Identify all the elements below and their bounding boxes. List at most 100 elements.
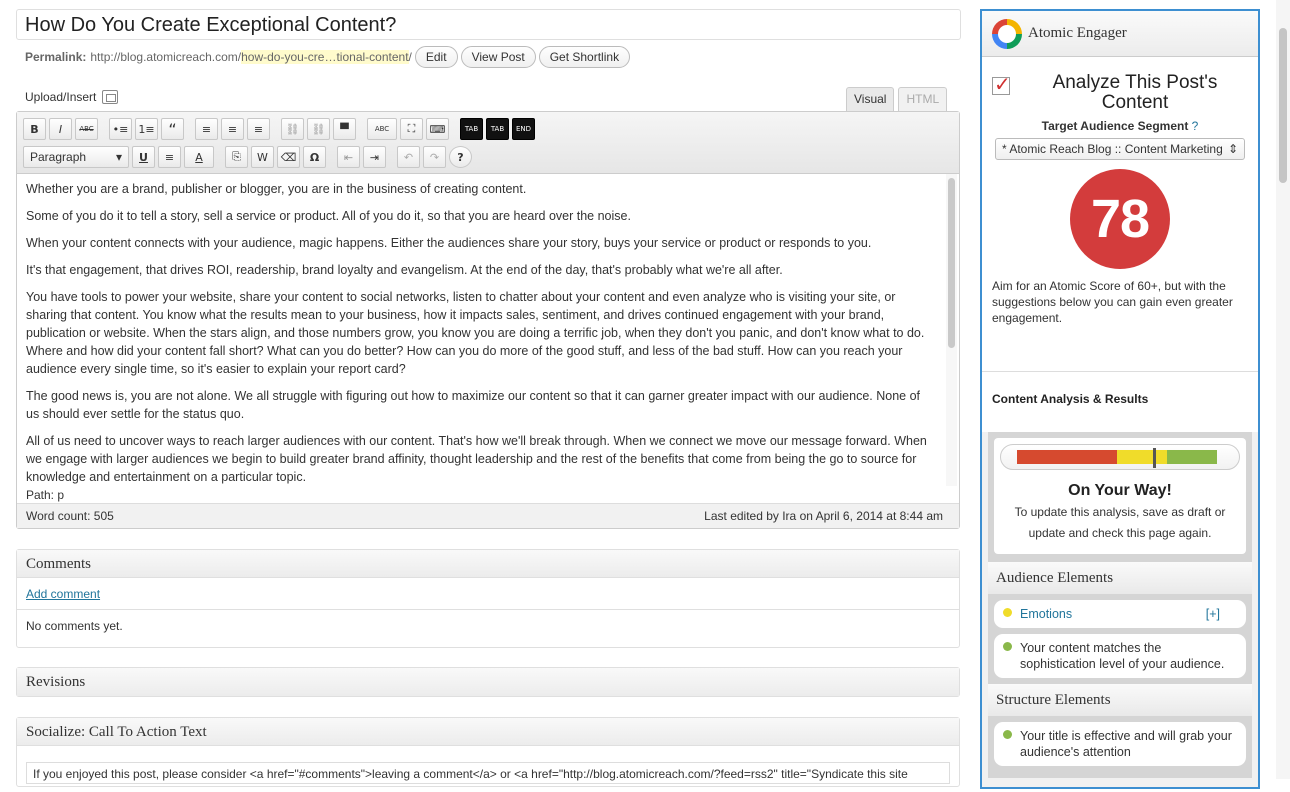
edit-permalink-button[interactable]: Edit (414, 46, 458, 68)
content-paragraph: When your content connects with your aud… (26, 236, 872, 250)
atomic-score-badge: 78 (1070, 169, 1170, 269)
update-instructions: To update this analysis, save as draft o… (1014, 505, 1226, 540)
align-left-button[interactable]: ≡ (195, 118, 218, 140)
content-paragraph: Some of you do it to tell a story, sell … (26, 209, 631, 223)
audience-elements-title[interactable]: Audience Elements (988, 562, 1252, 594)
paste-text-button[interactable]: ⎘ (225, 146, 248, 168)
spellcheck-button[interactable]: ABC (367, 118, 397, 140)
add-comment-link[interactable]: Add comment (26, 587, 100, 601)
paste-word-button[interactable]: W (251, 146, 274, 168)
unlink-button[interactable]: ⛓ (307, 118, 330, 140)
kitchen-sink-button[interactable]: ⌨ (426, 118, 449, 140)
align-center-button[interactable]: ≡ (221, 118, 244, 140)
editor-scrollbar[interactable] (946, 174, 957, 486)
permalink-end: / (408, 50, 412, 64)
editor-status-bar: Word count: 505 Last edited by Ira on Ap… (17, 504, 959, 528)
meter-green-segment (1167, 450, 1217, 464)
page-scrollbar[interactable] (1276, 0, 1290, 779)
align-right-button[interactable]: ≡ (247, 118, 270, 140)
analyze-section: Analyze This Post's Content Target Audie… (982, 57, 1258, 372)
meter-marker (1153, 448, 1156, 468)
special-character-button[interactable]: Ω (303, 146, 326, 168)
permalink-row: Permalink: http://blog.atomicreach.com/ … (25, 46, 631, 68)
format-select[interactable]: Paragraph ▾ (23, 146, 129, 168)
justify-button[interactable]: ≡ (158, 146, 181, 168)
upload-insert[interactable]: Upload/Insert (25, 90, 119, 104)
atomic-logo-icon (992, 18, 1022, 49)
bullet-list-button[interactable]: •≡ (109, 118, 132, 140)
score-meter-card: On Your Way! To update this analysis, sa… (994, 438, 1246, 554)
underline-button[interactable]: U (132, 146, 155, 168)
meter-yellow-segment (1117, 450, 1167, 464)
tab-visual[interactable]: Visual (846, 87, 895, 111)
undo-button[interactable]: ↶ (397, 146, 420, 168)
post-title-input[interactable]: How Do You Create Exceptional Content? (16, 9, 961, 40)
title-effective-label: Your title is effective and will grab yo… (1020, 729, 1232, 759)
help-button[interactable]: ? (449, 146, 472, 168)
no-comments-text: No comments yet. (26, 619, 123, 633)
blockquote-button[interactable]: “ (161, 118, 184, 140)
audience-item-emotions[interactable]: Emotions [+] (994, 600, 1246, 628)
element-path: Path: p (17, 486, 959, 504)
divider (17, 609, 959, 610)
bold-button[interactable]: B (23, 118, 46, 140)
add-media-icon[interactable] (102, 90, 119, 104)
permalink-slug[interactable]: how-do-you-cre…tional-content (241, 50, 409, 64)
view-post-button[interactable]: View Post (460, 46, 536, 68)
tab-html[interactable]: HTML (898, 87, 948, 111)
target-audience-text: Target Audience Segment (1041, 119, 1189, 133)
help-icon[interactable]: ? (1192, 119, 1199, 133)
comments-box: Comments Add comment No comments yet. (16, 549, 960, 648)
outdent-button[interactable]: ⇤ (337, 146, 360, 168)
comments-title[interactable]: Comments (17, 550, 959, 578)
results-title: Content Analysis & Results (982, 372, 1258, 432)
cta-text-input[interactable]: If you enjoyed this post, please conside… (26, 762, 950, 784)
end-button[interactable]: END (512, 118, 535, 140)
italic-button[interactable]: I (49, 118, 72, 140)
expand-button[interactable]: [+] (1206, 606, 1220, 622)
strikethrough-button[interactable]: ABC (75, 118, 98, 140)
editor-scrollbar-thumb[interactable] (948, 178, 955, 348)
select-arrows-icon: ⇕ (1227, 142, 1238, 156)
content-paragraph: It's that engagement, that drives ROI, r… (26, 263, 783, 277)
editor-content[interactable]: Whether you are a brand, publisher or bl… (17, 174, 959, 486)
content-paragraph: You have tools to power your website, sh… (26, 290, 925, 376)
audience-segment-select[interactable]: * Atomic Reach Blog :: Content Marketing… (995, 138, 1245, 160)
tab-button-1[interactable]: TAB (460, 118, 483, 140)
revisions-title[interactable]: Revisions (17, 668, 959, 696)
insert-more-button[interactable]: ▀ (333, 118, 356, 140)
score-meter (1000, 444, 1240, 470)
indent-button[interactable]: ⇥ (363, 146, 386, 168)
permalink-label: Permalink: (25, 50, 87, 64)
editor-toolbar: B I ABC •≡ 1≡ “ ≡ ≡ ≡ ⛓ ⛓ ▀ ABC ⛶ ⌨ TAB … (17, 112, 959, 174)
upload-insert-label: Upload/Insert (25, 90, 97, 104)
socialize-box: Socialize: Call To Action Text If you en… (16, 717, 960, 787)
fullscreen-button[interactable]: ⛶ (400, 118, 423, 140)
permalink-base: http://blog.atomicreach.com/ (90, 50, 242, 64)
revisions-box: Revisions (16, 667, 960, 697)
panel-header[interactable]: Atomic Engager (982, 11, 1258, 57)
editor-tabs: Visual HTML (846, 87, 948, 111)
clear-formatting-button[interactable]: ⌫ (277, 146, 300, 168)
get-shortlink-button[interactable]: Get Shortlink (538, 46, 631, 68)
socialize-title[interactable]: Socialize: Call To Action Text (17, 718, 959, 746)
status-dot-green (1003, 642, 1012, 651)
word-count: Word count: 505 (26, 509, 114, 523)
segment-value: * Atomic Reach Blog :: Content Marketing (1002, 142, 1223, 156)
numbered-list-button[interactable]: 1≡ (135, 118, 158, 140)
emotions-label: Emotions (1020, 607, 1073, 621)
redo-button[interactable]: ↷ (423, 146, 446, 168)
structure-elements-title[interactable]: Structure Elements (988, 684, 1252, 716)
insert-link-button[interactable]: ⛓ (281, 118, 304, 140)
content-paragraph: Whether you are a brand, publisher or bl… (26, 182, 527, 196)
status-text: On Your Way! (1068, 482, 1172, 499)
content-paragraph: The good news is, you are not alone. We … (26, 389, 921, 421)
content-paragraph: All of us need to uncover ways to reach … (26, 434, 927, 484)
text-color-button[interactable]: A (184, 146, 214, 168)
page-scrollbar-thumb[interactable] (1279, 28, 1287, 183)
analyze-title: Analyze This Post's Content (1052, 72, 1218, 113)
toolbar-row-1: B I ABC •≡ 1≡ “ ≡ ≡ ≡ ⛓ ⛓ ▀ ABC ⛶ ⌨ TAB … (23, 116, 953, 142)
analyze-checkbox[interactable] (992, 72, 1011, 97)
atomic-engager-panel: Atomic Engager Analyze This Post's Conte… (980, 9, 1260, 789)
tab-button-2[interactable]: TAB (486, 118, 509, 140)
